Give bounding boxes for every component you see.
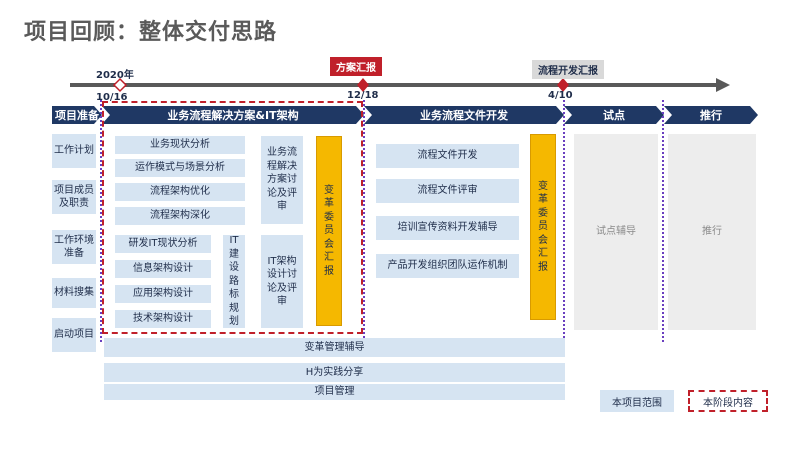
prep-item: 工作环境准备 — [52, 230, 96, 264]
legend-stage: 本阶段内容 — [688, 390, 768, 412]
divider-line — [363, 100, 365, 342]
callout-plan-report: 方案汇报 — [330, 57, 382, 76]
phase-docs: 业务流程文件开发 — [364, 106, 564, 124]
prep-item: 启动项目 — [52, 318, 96, 352]
doc-item: 培训宣传资料开发辅导 — [376, 216, 519, 240]
divider-line — [662, 100, 664, 342]
doc-item: 流程文件评审 — [376, 179, 519, 203]
callout-process-report: 流程开发汇报 — [532, 60, 604, 79]
prep-item: 项目成员及职责 — [52, 180, 96, 214]
timeline-arrowhead — [716, 78, 730, 92]
legend-scope: 本项目范围 — [600, 390, 674, 412]
committee-report-2: 变革委员会汇报 — [530, 134, 556, 320]
project-management-bar: 项目管理 — [104, 384, 565, 400]
doc-item: 产品开发组织团队运作机制 — [376, 254, 519, 278]
rollout-box: 推行 — [668, 134, 756, 330]
change-management-bar: 变革管理辅导 — [104, 338, 565, 357]
phase-prep: 项目准备 — [52, 106, 102, 124]
doc-item: 流程文件开发 — [376, 144, 519, 168]
pilot-coaching: 试点辅导 — [574, 134, 658, 330]
prep-item: 材料搜集 — [52, 278, 96, 308]
prep-item: 工作计划 — [52, 134, 96, 168]
divider-line — [563, 100, 565, 342]
phase-rollout: 推行 — [664, 106, 758, 124]
timeline-year: 2020年 — [96, 70, 134, 81]
phase-pilot: 试点 — [564, 106, 664, 124]
divider-line — [100, 100, 102, 342]
practice-sharing-bar: H为实践分享 — [104, 363, 565, 382]
timeline-date-end: 4/10 — [548, 90, 573, 101]
current-stage-frame — [102, 101, 363, 334]
